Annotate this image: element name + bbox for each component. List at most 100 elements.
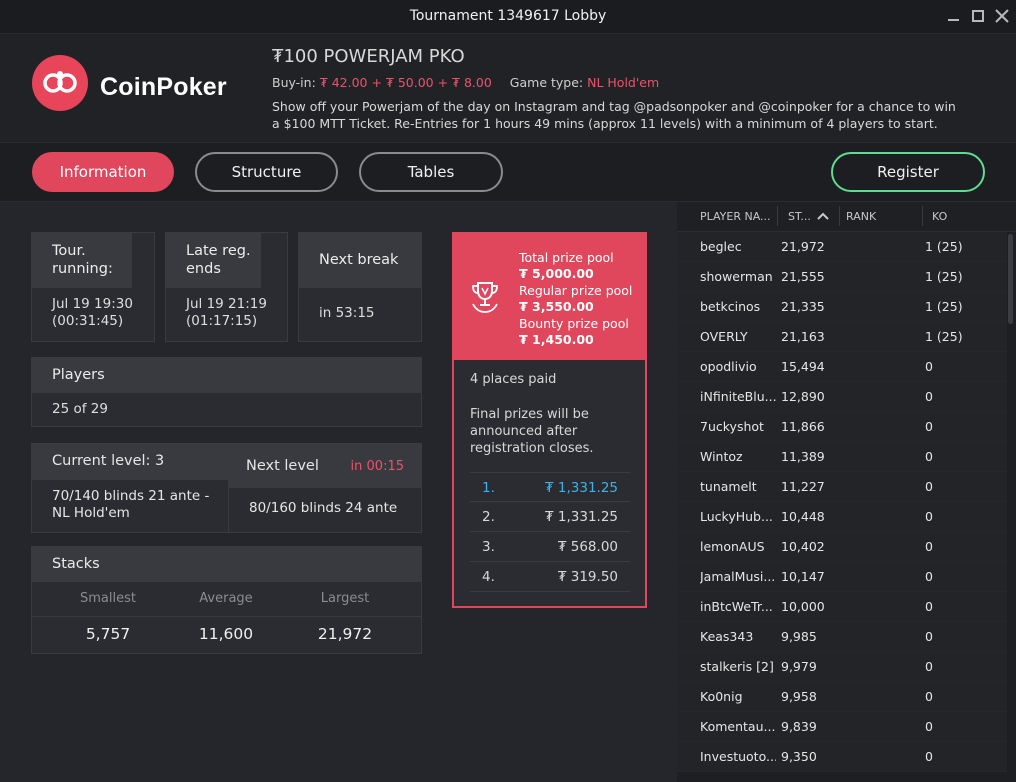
tab-tables[interactable]: Tables — [359, 152, 503, 192]
tour-running-label: Tour. running: — [32, 233, 132, 288]
final-prizes-note: Final prizes will be announced after reg… — [470, 407, 594, 456]
player-name: opodlivio — [700, 359, 757, 374]
late-reg-card: Late reg. ends Jul 19 21:19 (01:17:15) — [165, 232, 288, 342]
average-value: 11,600 — [198, 625, 254, 643]
player-stack: 11,227 — [781, 479, 825, 494]
table-row[interactable]: 7uckyshot 11,866 0 — [677, 412, 1007, 442]
column-stack[interactable]: ST... — [788, 210, 811, 223]
player-name: showerman — [700, 269, 773, 284]
buyin-label: Buy-in: — [272, 75, 316, 90]
table-row[interactable]: Investuoto... 9,350 0 — [677, 742, 1007, 772]
player-ko: 1 (25) — [925, 269, 963, 284]
tournament-header: CoinPoker ₮100 POWERJAM PKO Buy-in: ₮ 42… — [0, 35, 1016, 142]
player-ko: 0 — [925, 419, 933, 434]
table-row[interactable]: inBtcWeTr... 10,000 0 — [677, 592, 1007, 622]
table-row[interactable]: beglec 21,972 1 (25) — [677, 232, 1007, 262]
next-break-label: Next break — [299, 233, 421, 288]
player-name: betkcinos — [700, 299, 761, 314]
next-break-value: in 53:15 — [319, 305, 375, 321]
tab-information[interactable]: Information — [32, 152, 174, 192]
next-level-value: 80/160 blinds 24 ante — [249, 500, 398, 516]
players-table-header: PLAYER NA... ST... RANK KO — [677, 202, 1016, 232]
prize-pool-card: Total prize pool ₮ 5,000.00 Regular priz… — [452, 232, 647, 608]
window-title: Tournament 1349617 Lobby — [409, 8, 607, 24]
column-player-name[interactable]: PLAYER NA... — [700, 210, 771, 223]
next-level-header: Next level in 00:15 — [229, 444, 421, 488]
player-name: JamalMusi... — [700, 569, 776, 584]
player-name: Ko0nig — [700, 689, 743, 704]
table-row[interactable]: lemonAUS 10,402 0 — [677, 532, 1007, 562]
next-break-card: Next break in 53:15 — [298, 232, 422, 342]
stacks-divider — [32, 616, 421, 617]
player-ko: 0 — [925, 389, 933, 404]
current-level-value: 70/140 blinds 21 ante - NL Hold'em — [32, 480, 229, 532]
player-name: iNfiniteBlu... — [700, 389, 776, 404]
table-row[interactable]: LuckyHub... 10,448 0 — [677, 502, 1007, 532]
payout-position: 1. — [482, 480, 495, 496]
table-row[interactable]: stalkeris [2] 9,979 0 — [677, 652, 1007, 682]
regular-prize-value: ₮ 3,550.00 — [519, 299, 594, 314]
level-card: Current level: 3 Next level in 00:15 70/… — [31, 443, 422, 533]
tournament-name: ₮100 POWERJAM PKO — [272, 46, 465, 67]
tab-bar: Information Structure Tables Register — [0, 142, 1016, 202]
trophy-icon — [472, 282, 498, 313]
player-ko: 0 — [925, 689, 933, 704]
payout-amount: ₮ 1,331.25 — [545, 480, 618, 496]
next-level-label: Next level — [246, 458, 319, 474]
column-ko[interactable]: KO — [932, 210, 947, 223]
player-name: beglec — [700, 239, 742, 254]
table-row[interactable]: opodlivio 15,494 0 — [677, 352, 1007, 382]
player-ko: 0 — [925, 449, 933, 464]
player-ko: 0 — [925, 599, 933, 614]
places-paid: 4 places paid — [470, 372, 557, 387]
payout-row: 1. ₮ 1,331.25 — [470, 472, 630, 502]
player-stack: 15,494 — [781, 359, 825, 374]
sort-ascending-icon[interactable] — [817, 211, 829, 221]
close-icon[interactable] — [993, 7, 1011, 25]
prize-pool-header: Total prize pool ₮ 5,000.00 Regular priz… — [454, 234, 645, 360]
table-row[interactable]: Keas343 9,985 0 — [677, 622, 1007, 652]
table-row[interactable]: betkcinos 21,335 1 (25) — [677, 292, 1007, 322]
buyin-value: ₮ 42.00 + ₮ 50.00 + ₮ 8.00 — [319, 75, 492, 90]
player-stack: 21,163 — [781, 329, 825, 344]
late-reg-label: Late reg. ends — [166, 233, 261, 288]
player-stack: 21,972 — [781, 239, 825, 254]
tab-structure[interactable]: Structure — [195, 152, 338, 192]
player-name: LuckyHub... — [700, 509, 773, 524]
total-prize-label: Total prize pool — [519, 250, 614, 265]
player-ko: 0 — [925, 539, 933, 554]
player-ko: 1 (25) — [925, 299, 963, 314]
smallest-label: Smallest — [80, 591, 136, 606]
table-row[interactable]: showerman 21,555 1 (25) — [677, 262, 1007, 292]
player-stack: 10,448 — [781, 509, 825, 524]
player-ko: 0 — [925, 569, 933, 584]
player-stack: 21,335 — [781, 299, 825, 314]
table-row[interactable]: JamalMusi... 10,147 0 — [677, 562, 1007, 592]
maximize-icon[interactable] — [969, 7, 987, 25]
player-ko: 0 — [925, 749, 933, 764]
table-row[interactable]: Wintoz 11,389 0 — [677, 442, 1007, 472]
bounty-prize-value: ₮ 1,450.00 — [519, 332, 594, 347]
player-stack: 9,350 — [781, 749, 817, 764]
payout-row: 3. ₮ 568.00 — [470, 532, 630, 562]
smallest-value: 5,757 — [85, 625, 131, 643]
tour-running-card: Tour. running: Jul 19 19:30 (00:31:45) — [31, 232, 155, 342]
players-table-body: beglec 21,972 1 (25) showerman 21,555 1 (25)… — [677, 232, 1007, 772]
stacks-label: Stacks — [32, 547, 421, 582]
table-row[interactable]: OVERLY 21,163 1 (25) — [677, 322, 1007, 352]
stacks-card: Stacks Smallest Average Largest 5,757 11… — [31, 546, 422, 654]
column-rank[interactable]: RANK — [846, 210, 876, 223]
register-button[interactable]: Register — [831, 152, 985, 192]
player-stack: 9,958 — [781, 689, 817, 704]
player-stack: 12,890 — [781, 389, 825, 404]
player-ko: 0 — [925, 509, 933, 524]
table-row[interactable]: Ko0nig 9,958 0 — [677, 682, 1007, 712]
payout-position: 3. — [482, 539, 495, 555]
table-row[interactable]: Komentau... 9,839 0 — [677, 712, 1007, 742]
minimize-icon[interactable] — [945, 7, 963, 25]
player-ko: 1 (25) — [925, 329, 963, 344]
players-scrollbar[interactable] — [1008, 234, 1013, 324]
player-name: inBtcWeTr... — [700, 599, 773, 614]
table-row[interactable]: tunamelt 11,227 0 — [677, 472, 1007, 502]
table-row[interactable]: iNfiniteBlu... 12,890 0 — [677, 382, 1007, 412]
